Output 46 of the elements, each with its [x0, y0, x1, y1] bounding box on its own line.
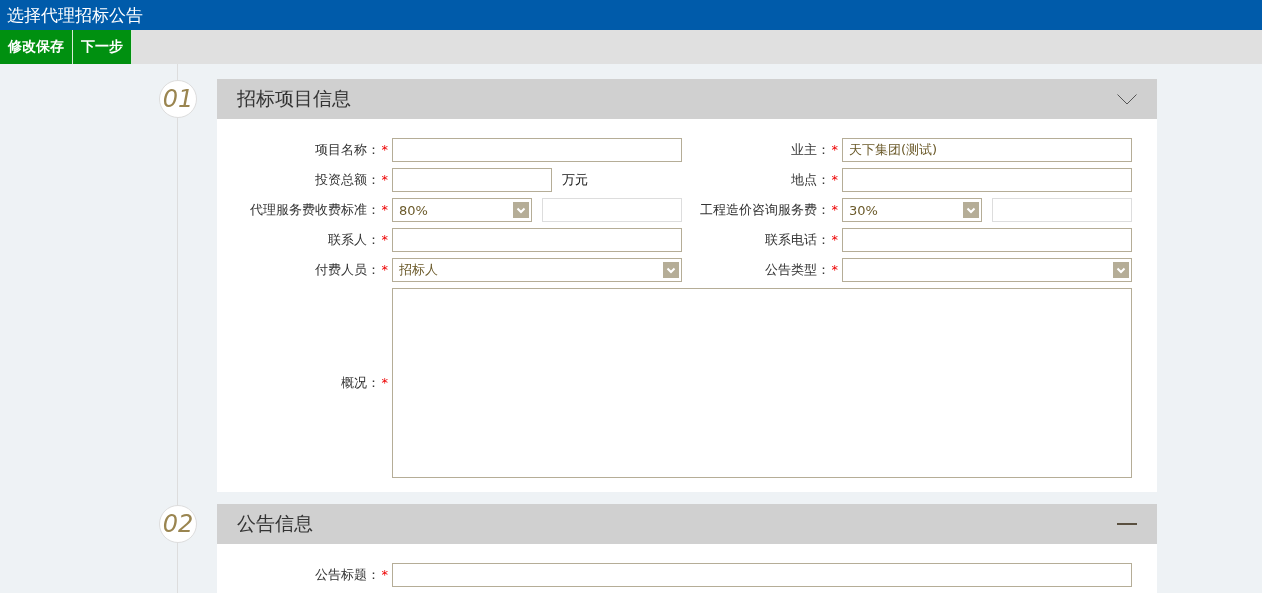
field-label: 业主： [790, 142, 830, 157]
select-field[interactable]: 30% [842, 198, 982, 222]
required-mark: * [831, 262, 838, 277]
field-label: 付费人员： [314, 262, 380, 277]
select-field[interactable]: 80% [392, 198, 532, 222]
text-field[interactable]: 天下集团(测试) [842, 138, 1132, 162]
text-field[interactable] [392, 138, 682, 162]
text-field[interactable] [392, 563, 1132, 587]
required-mark: * [381, 202, 388, 217]
required-mark: * [381, 142, 388, 157]
field-label: 联系人： [327, 232, 380, 247]
chevron-down-icon[interactable] [1117, 93, 1137, 105]
required-mark: * [831, 202, 838, 217]
text-field[interactable] [392, 228, 682, 252]
unit-label: 万元 [562, 171, 588, 189]
text-field[interactable] [842, 168, 1132, 192]
section-header[interactable]: 招标项目信息 [217, 79, 1157, 119]
save-button[interactable]: 修改保存 [0, 30, 73, 64]
section-title: 公告信息 [237, 511, 313, 536]
select-field[interactable]: 招标人 [392, 258, 682, 282]
required-mark: * [381, 262, 388, 277]
field-label: 公告类型： [764, 262, 830, 277]
section-title: 招标项目信息 [237, 86, 351, 111]
field-label: 概况： [340, 375, 380, 390]
next-step-button[interactable]: 下一步 [73, 30, 132, 64]
text-field[interactable] [842, 228, 1132, 252]
field-label: 联系电话： [764, 232, 830, 247]
field-label: 项目名称： [314, 142, 380, 157]
field-label: 工程造价咨询服务费： [699, 202, 830, 217]
required-mark: * [381, 375, 388, 390]
field-label: 代理服务费收费标准： [249, 202, 380, 217]
step-number: 01 [159, 80, 197, 118]
required-mark: * [831, 142, 838, 157]
field-label: 投资总额： [314, 172, 380, 187]
required-mark: * [381, 567, 388, 582]
required-mark: * [831, 172, 838, 187]
text-field[interactable] [392, 168, 552, 192]
select-field[interactable] [842, 258, 1132, 282]
window-title: 选择代理招标公告 [6, 4, 143, 27]
required-mark: * [381, 232, 388, 247]
step-number: 02 [159, 505, 197, 543]
section-header[interactable]: 公告信息 [217, 504, 1157, 544]
field-label: 公告标题： [314, 567, 380, 582]
required-mark: * [831, 232, 838, 247]
required-mark: * [381, 172, 388, 187]
field-label: 地点： [790, 172, 830, 187]
